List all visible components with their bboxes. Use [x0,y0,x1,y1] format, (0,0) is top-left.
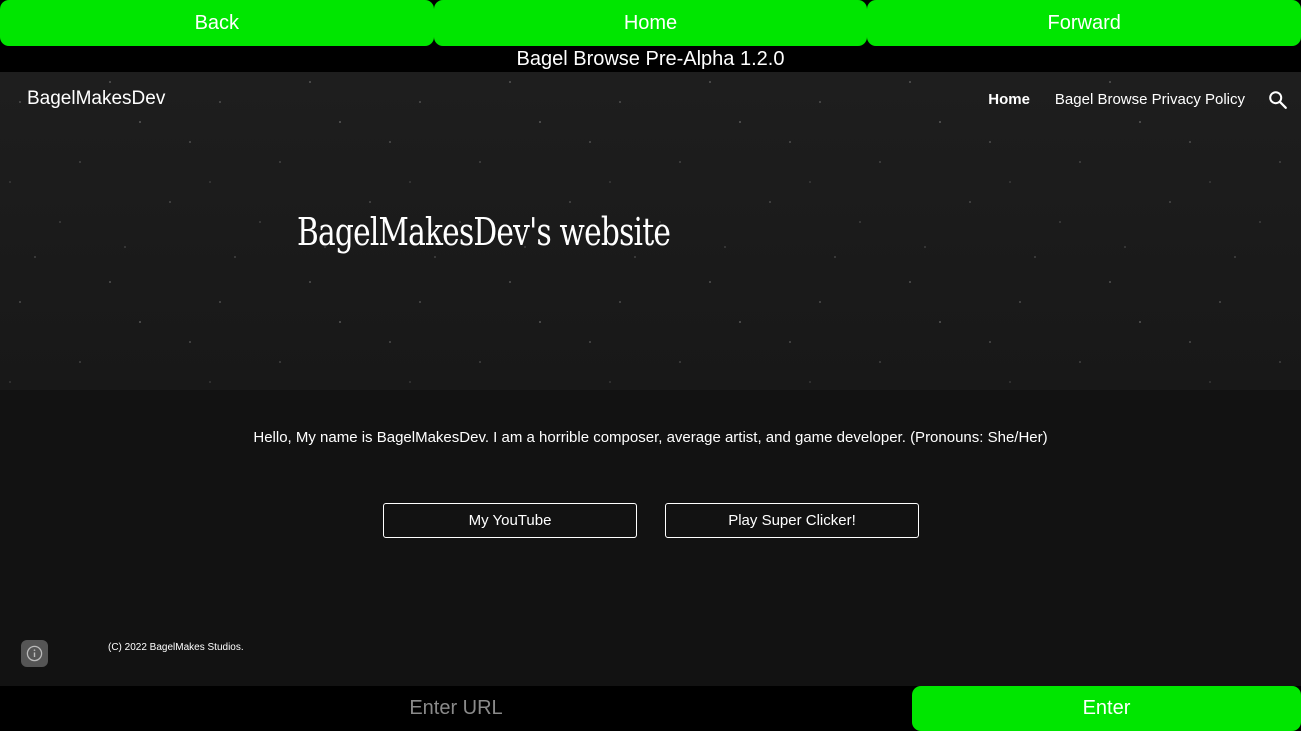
website-viewport: BagelMakesDev Home Bagel Browse Privacy … [0,72,1301,686]
nav-links: Home Bagel Browse Privacy Policy [963,91,1245,108]
browser-title: Bagel Browse Pre-Alpha 1.2.0 [0,46,1301,72]
site-nav: BagelMakesDev Home Bagel Browse Privacy … [0,72,1301,126]
hero-title: BagelMakesDev's website [297,210,671,254]
back-button[interactable]: Back [0,0,434,46]
enter-button[interactable]: Enter [912,686,1301,731]
site-brand[interactable]: BagelMakesDev [27,88,165,110]
footer-copyright: (C) 2022 BagelMakes Studios. [108,642,244,653]
super-clicker-button[interactable]: Play Super Clicker! [665,503,919,538]
info-icon[interactable] [21,640,48,667]
hero-banner: BagelMakesDev Home Bagel Browse Privacy … [0,72,1301,390]
home-button[interactable]: Home [433,0,868,46]
link-buttons: My YouTube Play Super Clicker! [383,503,919,538]
forward-button[interactable]: Forward [867,0,1301,46]
url-input[interactable] [0,686,912,731]
intro-text: Hello, My name is BagelMakesDev. I am a … [253,429,1048,446]
info-glyph-icon [26,645,43,662]
browser-toolbar: Back Home Forward [0,0,1301,46]
nav-item-privacy-policy[interactable]: Bagel Browse Privacy Policy [1055,91,1245,108]
nav-item-home[interactable]: Home [988,91,1030,108]
youtube-button[interactable]: My YouTube [383,503,637,538]
url-bar: Enter [0,686,1301,731]
search-icon[interactable] [1267,89,1289,111]
